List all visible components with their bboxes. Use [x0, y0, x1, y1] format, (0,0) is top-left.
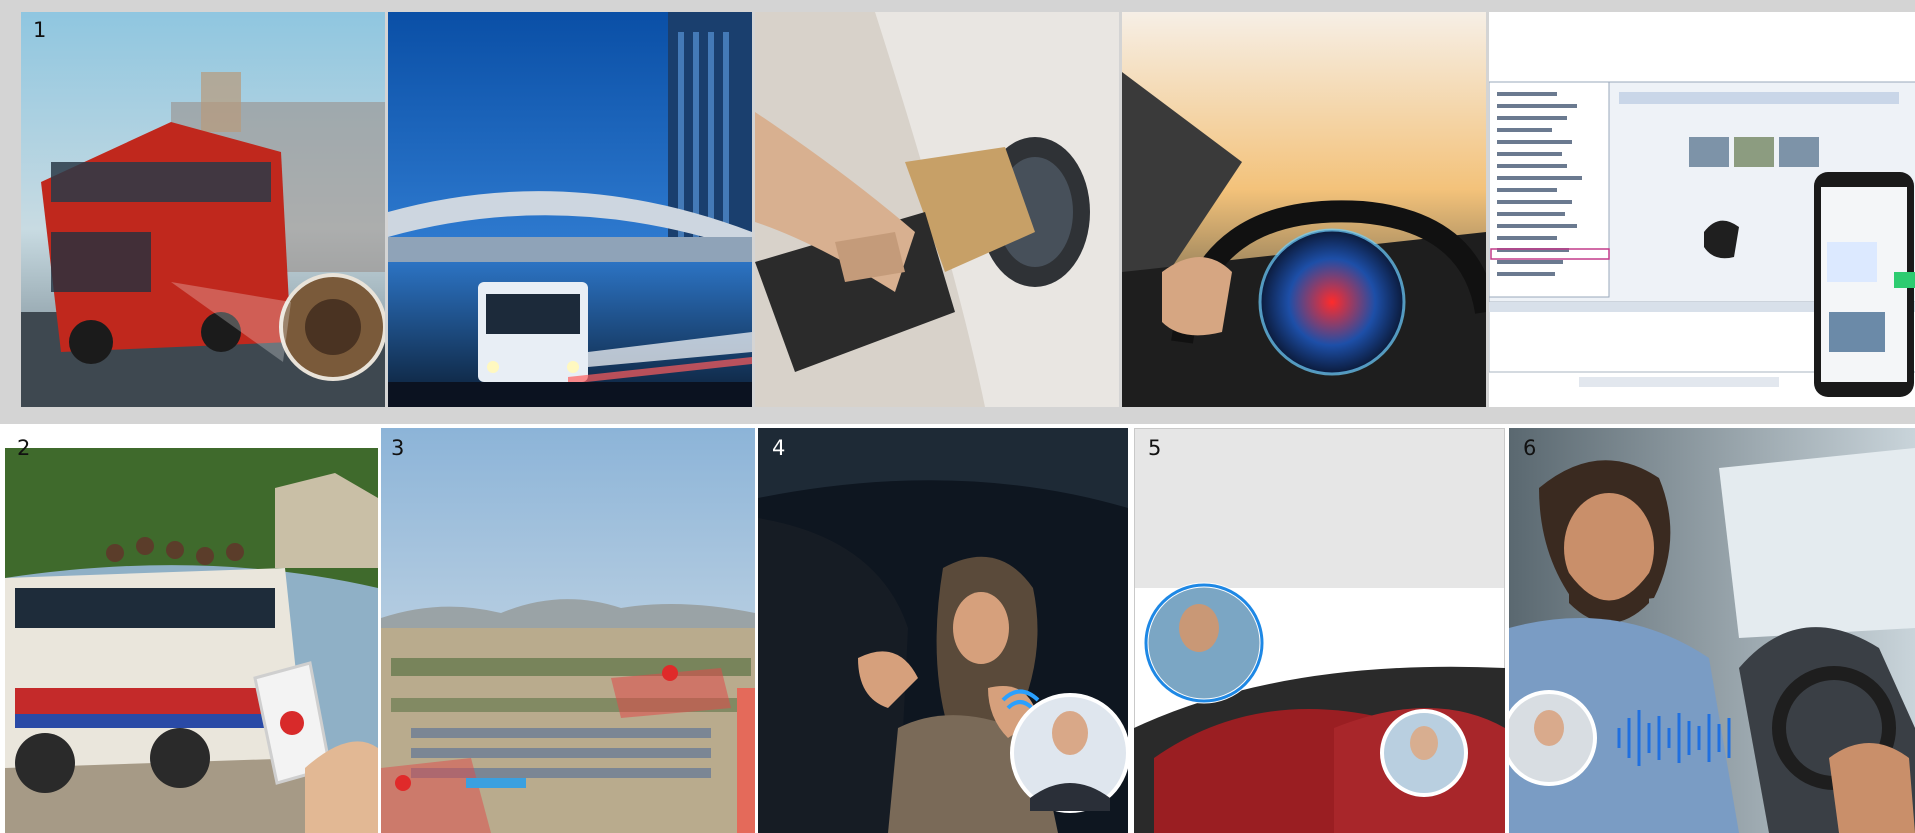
crowded-bus-image — [5, 428, 378, 833]
bus-night-photo — [388, 12, 752, 407]
driver-voice-photo: 6 — [1509, 428, 1915, 833]
label-3: 3 — [391, 436, 405, 460]
convertible-call-photo: 5 — [1134, 428, 1505, 833]
refueling-photo — [755, 12, 1119, 407]
bus-night-image — [388, 12, 752, 407]
driver-voice-image — [1509, 428, 1915, 833]
label-1: 1 — [33, 18, 47, 42]
top-row: 1 — [21, 12, 1915, 407]
distressed-passenger-image — [758, 428, 1128, 833]
software-screenshot-image — [1489, 12, 1915, 407]
bus-street-photo: 1 — [21, 12, 385, 407]
speedometer-image — [1122, 12, 1486, 407]
label-5: 5 — [1148, 436, 1162, 460]
bottom-row: 2 3 4 5 6 — [0, 428, 1915, 833]
label-4: 4 — [772, 436, 786, 460]
software-screenshot-photo — [1489, 12, 1915, 407]
crowded-bus-photo: 2 — [5, 428, 378, 833]
speedometer-photo — [1122, 12, 1486, 407]
refueling-image — [755, 12, 1119, 407]
city-aerial-photo: 3 — [381, 428, 755, 833]
label-6: 6 — [1523, 436, 1537, 460]
label-2: 2 — [17, 436, 31, 460]
bus-street-image — [21, 12, 385, 407]
distressed-passenger-photo: 4 — [758, 428, 1128, 833]
city-aerial-image — [381, 428, 755, 833]
convertible-call-image — [1134, 428, 1505, 833]
